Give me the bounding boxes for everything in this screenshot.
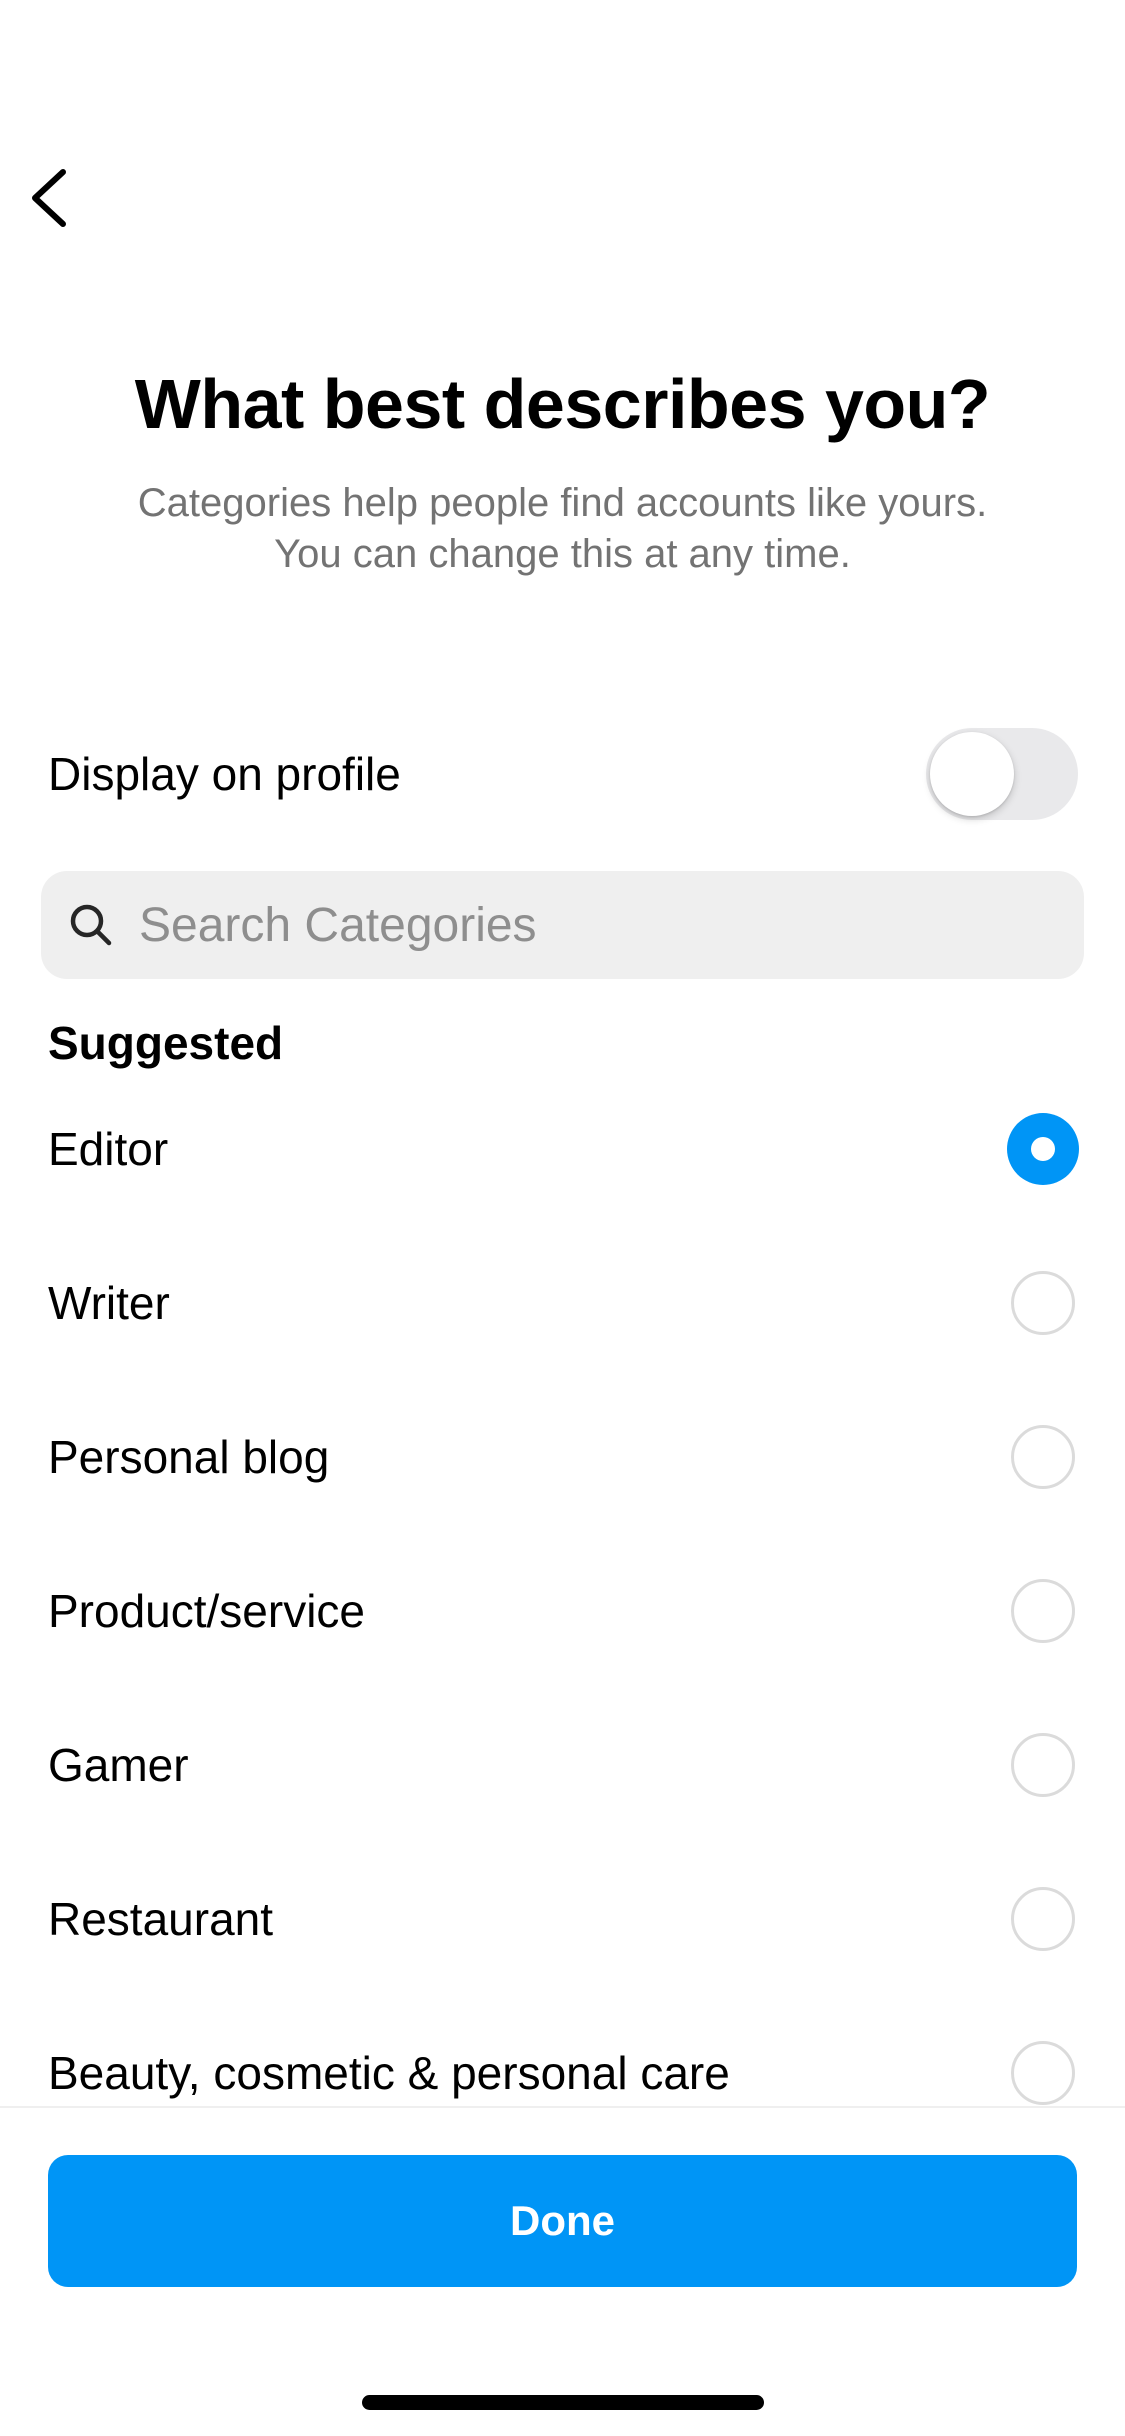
category-label: Personal blog xyxy=(48,1431,330,1483)
suggested-heading: Suggested xyxy=(48,1017,284,1069)
category-item-restaurant[interactable]: Restaurant xyxy=(0,1842,1125,1996)
category-label: Restaurant xyxy=(48,1893,274,1945)
radio-dot xyxy=(1031,1137,1055,1161)
search-bar[interactable] xyxy=(41,871,1084,979)
radio-unselected[interactable] xyxy=(1011,1887,1075,1951)
category-label: Gamer xyxy=(48,1739,189,1791)
done-button[interactable]: Done xyxy=(48,2155,1077,2287)
category-label: Editor xyxy=(48,1123,169,1175)
display-on-profile-toggle[interactable] xyxy=(926,728,1078,820)
category-label: Beauty, cosmetic & personal care xyxy=(48,2047,730,2099)
home-indicator xyxy=(362,2395,764,2410)
category-list: Editor Writer Personal blog Product/serv… xyxy=(0,1072,1125,2106)
category-item-personal-blog[interactable]: Personal blog xyxy=(0,1380,1125,1534)
toggle-knob xyxy=(930,732,1014,816)
chevron-left-icon xyxy=(32,169,66,227)
page-title: What best describes you? xyxy=(134,365,991,443)
category-item-product-service[interactable]: Product/service xyxy=(0,1534,1125,1688)
radio-selected[interactable] xyxy=(1007,1113,1079,1185)
category-item-writer[interactable]: Writer xyxy=(0,1226,1125,1380)
search-input[interactable] xyxy=(139,897,1039,953)
radio-unselected[interactable] xyxy=(1011,2041,1075,2105)
category-label: Product/service xyxy=(48,1585,366,1637)
category-item-gamer[interactable]: Gamer xyxy=(0,1688,1125,1842)
display-on-profile-row: Display on profile xyxy=(48,726,1078,822)
radio-unselected[interactable] xyxy=(1011,1579,1075,1643)
radio-unselected[interactable] xyxy=(1011,1733,1075,1797)
radio-unselected[interactable] xyxy=(1011,1425,1075,1489)
category-item-editor[interactable]: Editor xyxy=(0,1072,1125,1226)
subtitle-line-2: You can change this at any time. xyxy=(274,532,851,576)
search-icon xyxy=(69,903,113,947)
display-on-profile-label: Display on profile xyxy=(48,748,401,800)
radio-unselected[interactable] xyxy=(1011,1271,1075,1335)
subtitle-line-1: Categories help people find accounts lik… xyxy=(137,481,988,525)
page-subtitle: Categories help people find accounts lik… xyxy=(60,478,1065,580)
category-label: Writer xyxy=(48,1277,170,1329)
footer-divider xyxy=(0,2106,1125,2108)
back-button[interactable] xyxy=(14,158,84,238)
category-item-beauty-cosmetic[interactable]: Beauty, cosmetic & personal care xyxy=(0,1996,1125,2106)
category-selection-screen: What best describes you? Categories help… xyxy=(0,0,1125,2436)
